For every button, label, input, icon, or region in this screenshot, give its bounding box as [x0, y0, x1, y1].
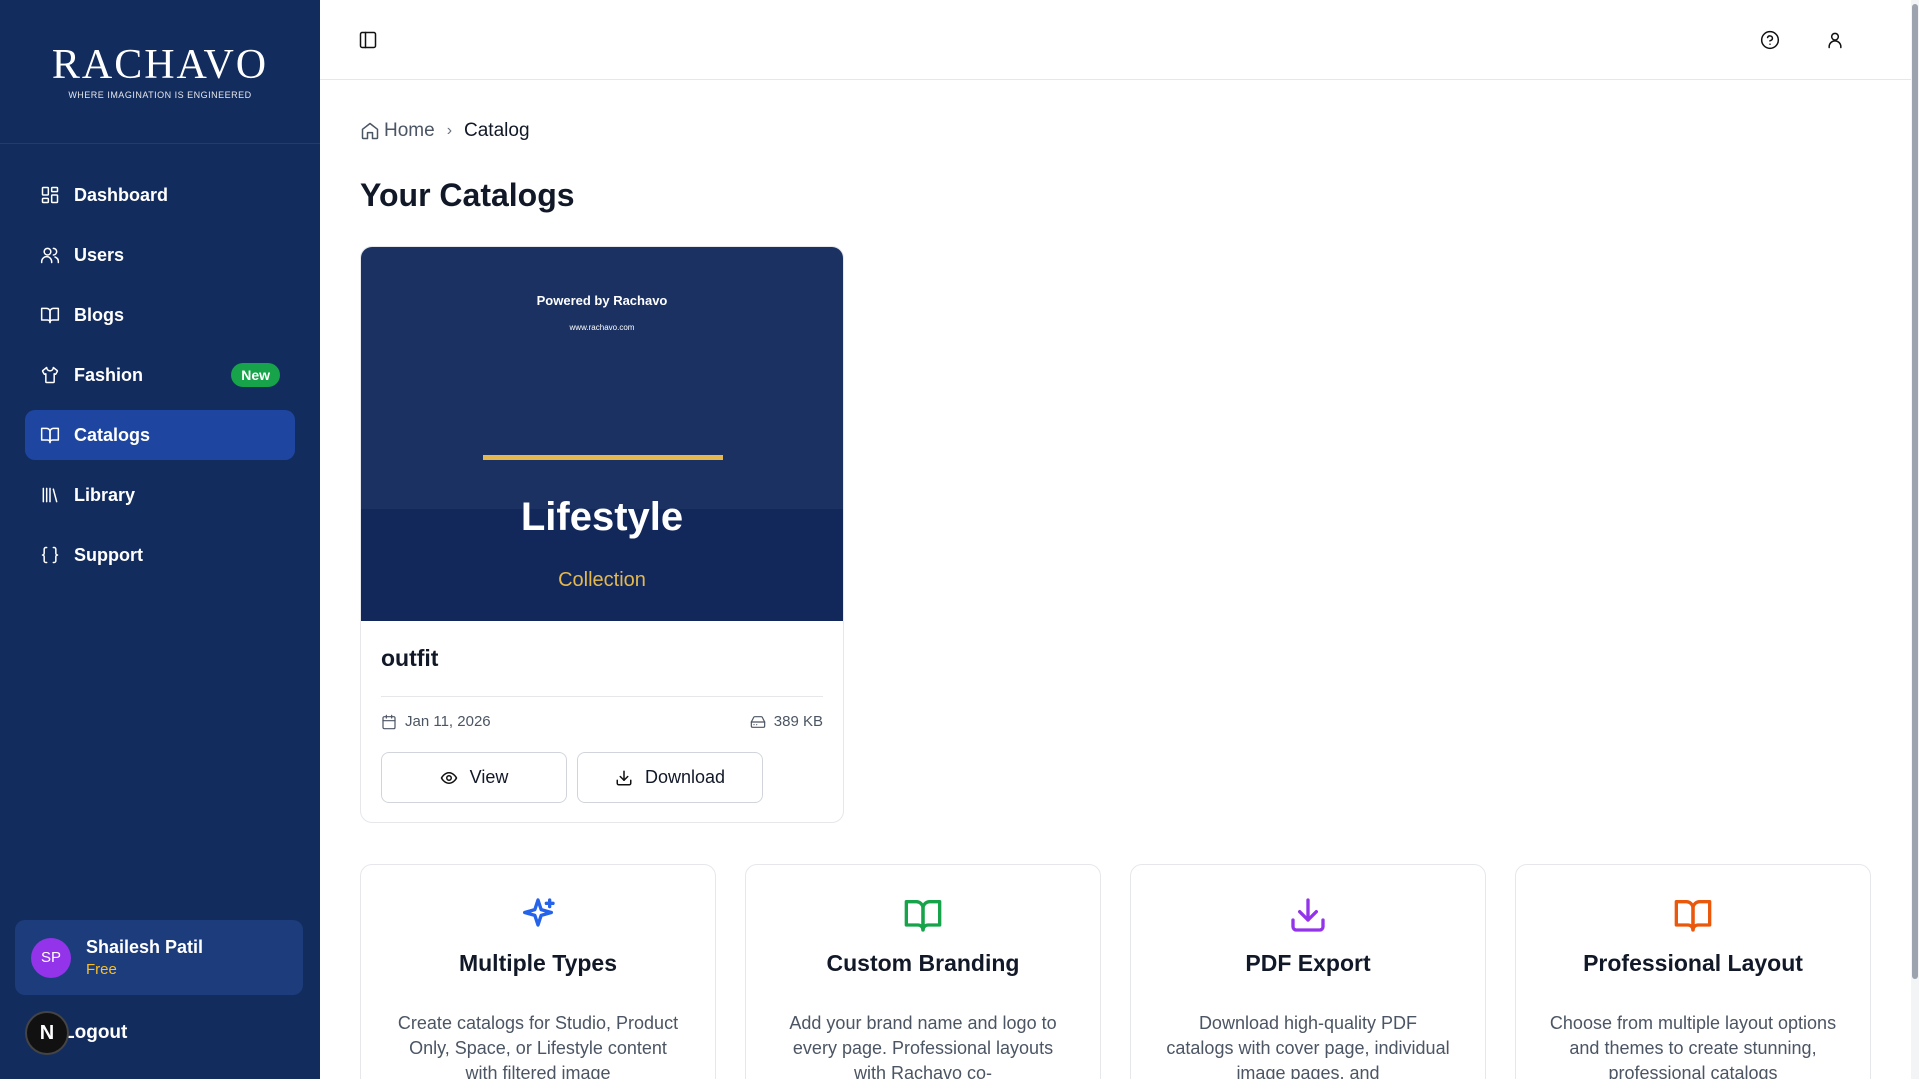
sidebar-item-fashion[interactable]: Fashion New: [25, 350, 295, 400]
brand-tagline: WHERE IMAGINATION IS ENGINEERED: [68, 89, 252, 100]
sidebar-item-users[interactable]: Users: [25, 230, 295, 280]
sidebar-item-blogs[interactable]: Blogs: [25, 290, 295, 340]
dev-tools-badge[interactable]: N: [25, 1011, 69, 1055]
sidebar: RACHAVO WHERE IMAGINATION IS ENGINEERED …: [0, 0, 320, 1079]
brand-logo[interactable]: RACHAVO WHERE IMAGINATION IS ENGINEERED: [0, 0, 320, 144]
feature-description: Add your brand name and logo to every pa…: [789, 1013, 1057, 1079]
sidebar-item-support[interactable]: Support: [25, 530, 295, 580]
hard-drive-icon: [750, 715, 766, 728]
sidebar-item-label: Blogs: [74, 304, 125, 325]
catalog-name: outfit: [381, 645, 823, 697]
breadcrumb: Home › Catalog: [360, 120, 530, 142]
feature-title: PDF Export: [1245, 950, 1371, 976]
library-icon: [42, 487, 58, 503]
scrollbar-thumb[interactable]: [1912, 4, 1918, 979]
breadcrumb-home-link[interactable]: Home: [384, 120, 435, 142]
download-icon: [1291, 898, 1325, 932]
download-button-label: Download: [644, 767, 726, 787]
sidebar-item-label: Catalogs: [74, 424, 151, 445]
feature-title: Multiple Types: [458, 950, 618, 976]
download-button[interactable]: Download: [577, 752, 763, 803]
sidebar-item-library[interactable]: Library: [25, 470, 295, 520]
book-open-icon: [40, 307, 60, 324]
book-open-icon: [40, 427, 60, 444]
sidebar-item-label: Users: [74, 244, 125, 265]
braces-icon: [41, 546, 59, 564]
catalog-date: Jan 11, 2026: [381, 713, 491, 730]
cover-accent-line: [483, 455, 723, 460]
sidebar-item-label: Fashion: [74, 364, 144, 385]
breadcrumb-current: Catalog: [464, 120, 530, 141]
top-bar: [320, 0, 1911, 80]
eye-icon: [440, 771, 457, 784]
calendar-icon: [382, 714, 396, 729]
sparkles-icon: [523, 898, 555, 927]
help-button[interactable]: [1756, 26, 1784, 54]
page-title: Your Catalogs: [360, 177, 575, 213]
user-name: Shailesh Patil: [86, 937, 204, 957]
sidebar-item-dashboard[interactable]: Dashboard: [25, 170, 295, 220]
feature-description: Create catalogs for Studio, Product Only…: [397, 1013, 679, 1079]
users-icon: [40, 247, 60, 264]
cover-powered-text: Powered by Rachavo: [536, 293, 668, 308]
sidebar-item-label: Support: [74, 544, 143, 565]
sidebar-nav: Dashboard Users Blogs Fashion New Catalo…: [0, 144, 320, 580]
page-scrollbar[interactable]: [1911, 0, 1919, 1079]
brand-name: RACHAVO: [51, 41, 269, 88]
catalog-size: 389 KB: [750, 713, 823, 730]
feature-card-pdf-export: PDF Export Download high-quality PDF cat…: [1130, 864, 1486, 1079]
catalog-size-text: 389 KB: [773, 713, 823, 730]
features-row: Multiple Types Create catalogs for Studi…: [360, 864, 1872, 1079]
feature-description: Download high-quality PDF catalogs with …: [1166, 1013, 1450, 1079]
chevron-right-icon: ›: [446, 122, 453, 139]
sidebar-toggle-button[interactable]: [354, 26, 382, 54]
panel-left-icon: [359, 31, 377, 49]
book-open-icon: [1674, 900, 1712, 932]
dashboard-icon: [41, 186, 59, 204]
feature-description: Choose from multiple layout options and …: [1549, 1013, 1837, 1079]
book-open-icon: [904, 900, 942, 932]
sidebar-item-catalogs[interactable]: Catalogs: [25, 410, 295, 460]
feature-card-custom-branding: Custom Branding Add your brand name and …: [745, 864, 1101, 1079]
cover-subtitle: Collection: [558, 569, 646, 591]
user-plan: Free: [86, 961, 117, 978]
new-badge: New: [231, 363, 280, 387]
logout-button[interactable]: N Logout: [25, 1010, 127, 1056]
user-card[interactable]: SP Shailesh Patil Free: [15, 920, 303, 995]
feature-card-multiple-types: Multiple Types Create catalogs for Studi…: [360, 864, 716, 1079]
avatar: SP: [31, 937, 71, 978]
cover-title: Lifestyle: [520, 495, 684, 539]
catalog-card: Powered by Rachavo www.rachavo.com Lifes…: [360, 246, 844, 823]
logout-label: Logout: [63, 1022, 128, 1043]
feature-card-professional-layout: Professional Layout Choose from multiple…: [1515, 864, 1871, 1079]
sidebar-item-label: Dashboard: [74, 184, 169, 205]
home-icon: [361, 122, 379, 140]
cover-url-text: www.rachavo.com: [569, 323, 635, 332]
feature-title: Professional Layout: [1583, 950, 1803, 976]
download-icon: [616, 770, 632, 785]
view-button[interactable]: View: [381, 752, 567, 803]
catalog-date-text: Jan 11, 2026: [405, 713, 491, 730]
user-icon: [1828, 32, 1842, 49]
view-button-label: View: [469, 767, 509, 787]
feature-title: Custom Branding: [826, 950, 1020, 976]
sidebar-item-label: Library: [74, 484, 136, 505]
shirt-icon: [41, 366, 59, 384]
catalog-cover[interactable]: Powered by Rachavo www.rachavo.com Lifes…: [361, 247, 843, 621]
profile-button[interactable]: [1821, 26, 1849, 54]
help-circle-icon: [1760, 30, 1780, 50]
